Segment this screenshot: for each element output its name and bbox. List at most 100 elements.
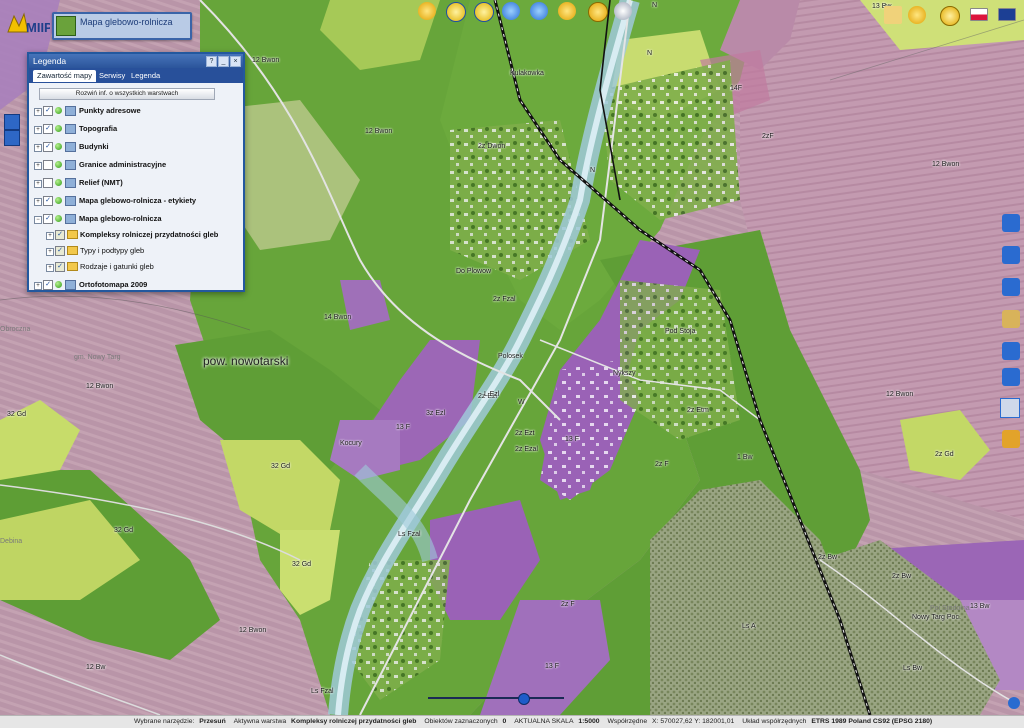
info-icon[interactable] xyxy=(588,2,608,22)
soil-label: W xyxy=(518,399,525,406)
place-label: Kocury xyxy=(340,440,362,447)
sublayer-row[interactable]: + ✓ Typy i podtypy gleb xyxy=(34,245,234,259)
legend-title: Legenda xyxy=(33,56,67,66)
layer-checkbox[interactable]: ✓ xyxy=(43,196,53,206)
layer-checkbox[interactable] xyxy=(43,160,53,170)
layers-icon[interactable] xyxy=(4,130,20,146)
soil-label: 13 F xyxy=(545,663,560,670)
layer-label: Punkty adresowe xyxy=(79,106,141,115)
measure-icon[interactable] xyxy=(614,2,632,20)
layer-icon xyxy=(65,160,76,170)
zoom-in-icon[interactable] xyxy=(446,2,466,22)
layer-checkbox[interactable]: ✓ xyxy=(43,106,53,116)
expand-icon[interactable]: + xyxy=(34,126,42,134)
overview-map-icon[interactable] xyxy=(4,114,20,130)
expand-icon[interactable]: + xyxy=(34,162,42,170)
tab-services[interactable]: Serwisy xyxy=(95,70,129,82)
tab-map-contents[interactable]: Zawartość mapy xyxy=(33,70,97,82)
help-icon[interactable]: ? xyxy=(206,56,217,67)
legend-title-bar[interactable]: Legenda ? _ × xyxy=(29,54,243,68)
layer-row[interactable]: + ✓ Punkty adresowe xyxy=(34,105,234,119)
tools-icon[interactable] xyxy=(1002,430,1020,448)
soil-label: 32 Gd xyxy=(7,411,27,418)
layer-label: Ortofotomapa 2009 xyxy=(79,280,148,289)
layer-row[interactable]: + ✓ Ortofotomapa 2009 xyxy=(34,279,234,293)
expand-all-button[interactable]: Rozwiń inf. o wszystkich warstwach xyxy=(39,88,215,100)
layer-label: Mapa glebowo-rolnicza xyxy=(79,214,162,223)
sublayer-checkbox[interactable]: ✓ xyxy=(55,262,65,272)
zoom-slider[interactable] xyxy=(428,692,568,705)
expand-icon[interactable]: + xyxy=(34,180,42,188)
soil-label: 2z Etm xyxy=(687,407,709,414)
place-label: Nykszy xyxy=(613,370,636,377)
soil-label: 2z Bw xyxy=(892,573,912,580)
expand-icon[interactable]: + xyxy=(34,198,42,206)
soil-label: 2z F xyxy=(561,601,575,608)
layer-checkbox[interactable] xyxy=(43,178,53,188)
layer-icon xyxy=(65,178,76,188)
soil-label: 2z Fzal xyxy=(493,296,516,303)
soil-label: 13 F xyxy=(565,436,580,443)
place-label: Nowy Targ Poc. xyxy=(912,614,961,621)
layer-checkbox[interactable]: ✓ xyxy=(43,214,53,224)
polish-flag-icon[interactable] xyxy=(970,8,988,21)
layer-checkbox[interactable]: ✓ xyxy=(43,280,53,290)
layer-row[interactable]: + Relief (NMT) xyxy=(34,177,234,191)
expand-icon[interactable]: + xyxy=(34,108,42,116)
pan-hand-icon[interactable] xyxy=(418,2,436,20)
search-layer-icon[interactable] xyxy=(1002,342,1020,360)
settings-icon[interactable] xyxy=(908,6,926,24)
full-extent-icon[interactable] xyxy=(1002,246,1020,264)
collapse-icon[interactable]: − xyxy=(34,216,42,224)
sublayer-row[interactable]: + ✓ Rodzaje i gatunki gleb xyxy=(34,261,234,275)
miip-logo[interactable]: MIIP xyxy=(6,10,53,36)
soil-label: 1 Bw xyxy=(737,454,753,461)
english-flag-icon[interactable] xyxy=(998,8,1016,21)
layer-row[interactable]: + ✓ Mapa glebowo-rolnicza - etykiety xyxy=(34,195,234,209)
select-hand-icon[interactable] xyxy=(558,2,576,20)
soil-label: N xyxy=(652,2,658,9)
app-title-box[interactable]: Mapa glebowo-rolnicza xyxy=(52,12,192,40)
layer-row[interactable]: + ✓ Topografia xyxy=(34,123,234,137)
soil-label: 2z Dwon xyxy=(478,143,506,150)
soil-label: Ls A xyxy=(742,623,756,630)
tab-legend[interactable]: Legenda xyxy=(127,70,164,82)
measure-ruler-icon[interactable] xyxy=(1002,310,1020,328)
sublayer-checkbox[interactable]: ✓ xyxy=(55,230,65,240)
soil-label: 12 Bwon xyxy=(886,391,914,398)
previous-extent-icon[interactable] xyxy=(502,2,520,20)
map-window-icon[interactable] xyxy=(1000,398,1020,418)
minimize-icon[interactable]: _ xyxy=(218,56,229,67)
map-thumbnail-icon xyxy=(56,16,76,36)
layer-row[interactable]: − ✓ Mapa glebowo-rolnicza xyxy=(34,213,234,227)
layer-row[interactable]: + ✓ Budynki xyxy=(34,141,234,155)
zoom-track xyxy=(428,697,564,699)
scale-label: AKTUALNA SKALA xyxy=(514,718,574,725)
next-extent-icon[interactable] xyxy=(530,2,548,20)
close-icon[interactable]: × xyxy=(230,56,241,67)
home-icon[interactable] xyxy=(1002,214,1020,232)
zoom-out-icon[interactable] xyxy=(474,2,494,22)
locate-icon[interactable] xyxy=(1002,368,1020,386)
expand-icon[interactable]: + xyxy=(34,282,42,290)
zoom-handle[interactable] xyxy=(518,693,530,705)
help-icon[interactable] xyxy=(940,6,960,26)
layer-row[interactable]: + Granice administracyjne xyxy=(34,159,234,173)
sublayer-label: Kompleksy rolniczej przydatności gleb xyxy=(80,230,219,239)
sublayer-checkbox[interactable]: ✓ xyxy=(55,246,65,256)
soil-label: 32 Gd xyxy=(114,527,134,534)
layer-checkbox[interactable]: ✓ xyxy=(43,124,53,134)
soil-label: 32 Gd xyxy=(292,561,312,568)
sublayer-row[interactable]: + ✓ Kompleksy rolniczej przydatności gle… xyxy=(34,229,234,243)
expand-icon[interactable]: + xyxy=(46,232,54,240)
tool-value: Przesuń xyxy=(199,718,226,725)
expand-corner-icon[interactable] xyxy=(1008,697,1020,709)
layer-checkbox[interactable]: ✓ xyxy=(43,142,53,152)
soil-label: 12 Bwon xyxy=(932,161,960,168)
expand-icon[interactable]: + xyxy=(46,264,54,272)
visibility-icon xyxy=(55,107,62,114)
expand-icon[interactable]: + xyxy=(34,144,42,152)
expand-icon[interactable]: + xyxy=(46,248,54,256)
print-icon[interactable] xyxy=(884,6,902,24)
map-zoom-icon[interactable] xyxy=(1002,278,1020,296)
